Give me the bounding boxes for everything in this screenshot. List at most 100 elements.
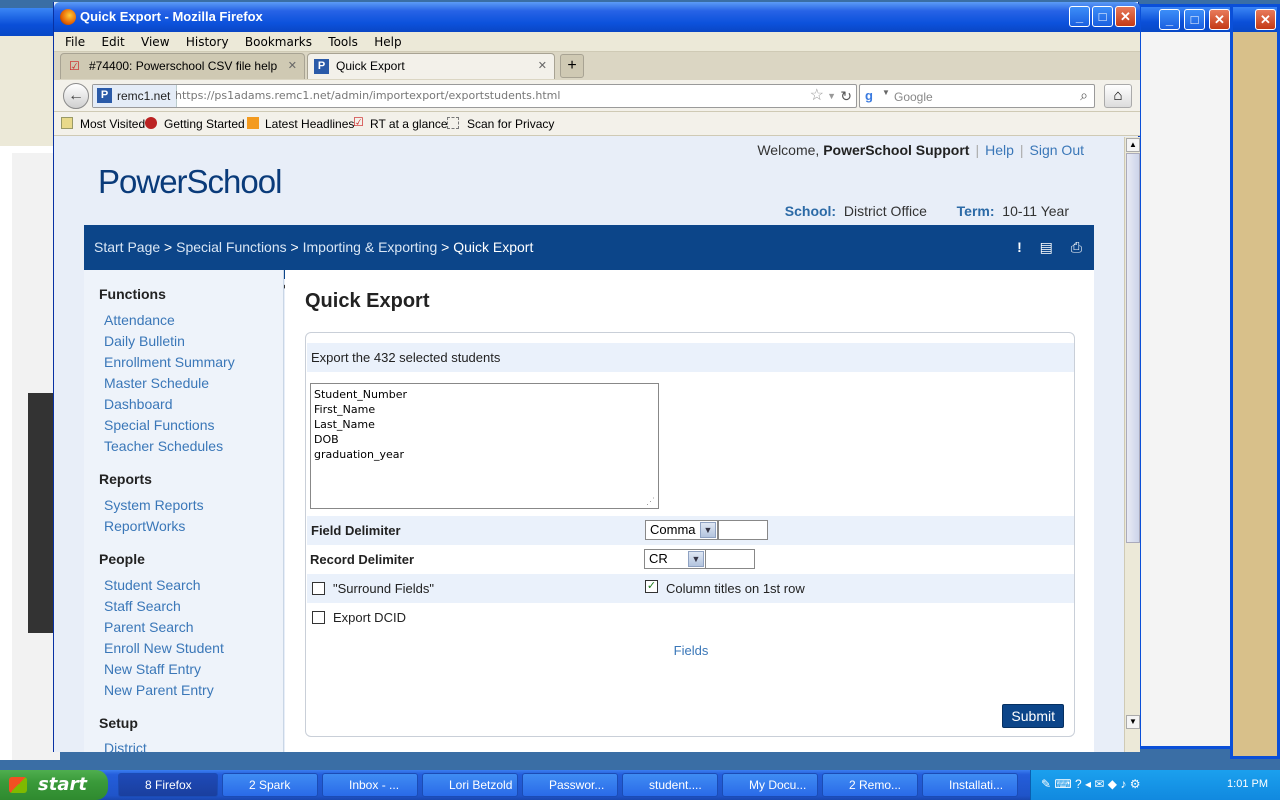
bookmark-getting-started[interactable]: Getting Started: [164, 117, 245, 131]
maximize-icon[interactable]: □: [1184, 9, 1205, 30]
checkmark-icon: ☑: [353, 115, 364, 129]
welcome-prefix: Welcome,: [757, 142, 824, 158]
tab-close-icon[interactable]: ✕: [288, 54, 297, 79]
sidebar-item-system-reports[interactable]: System Reports: [104, 497, 204, 513]
maximize-icon[interactable]: □: [1092, 6, 1113, 27]
sidebar-item-staff-search[interactable]: Staff Search: [104, 598, 181, 614]
breadcrumb-start-page[interactable]: Start Page: [94, 239, 160, 255]
document-icon[interactable]: ▤: [1040, 239, 1053, 255]
scroll-down-icon[interactable]: ▼: [1126, 715, 1140, 729]
submit-button[interactable]: Submit: [1002, 704, 1064, 728]
print-icon[interactable]: ⎙: [1071, 239, 1082, 255]
tab-quick-export[interactable]: P Quick Export ✕: [307, 53, 555, 79]
site-identity[interactable]: P remc1.net: [93, 85, 178, 107]
bookmark-rt-at-a-glance[interactable]: RT at a glance: [370, 117, 448, 131]
tab-close-icon[interactable]: ✕: [538, 54, 547, 79]
sidebar-item-daily-bulletin[interactable]: Daily Bulletin: [104, 333, 185, 349]
bookmark-scan-for-privacy[interactable]: Scan for Privacy: [467, 117, 554, 131]
menu-history[interactable]: History: [186, 32, 229, 52]
taskbar-my-documents[interactable]: My Docu...: [722, 773, 818, 797]
sign-out-link[interactable]: Sign Out: [1030, 142, 1084, 158]
school-value[interactable]: District Office: [844, 203, 927, 219]
google-icon[interactable]: g: [865, 88, 881, 104]
url-text[interactable]: https://ps1adams.remc1.net/admin/importe…: [175, 85, 560, 107]
alert-icon[interactable]: !: [1017, 239, 1022, 255]
record-delimiter-select[interactable]: CR ▼: [644, 549, 706, 569]
powerschool-logo[interactable]: PowerSchool: [98, 163, 282, 201]
privacy-icon: [447, 117, 459, 129]
sidebar-item-district[interactable]: District: [104, 740, 147, 752]
reload-icon[interactable]: ↻: [840, 85, 852, 107]
clock[interactable]: 1:01 PM: [1227, 778, 1268, 790]
search-bar[interactable]: g ▼ Google ⌕: [859, 84, 1095, 108]
dropdown-icon[interactable]: ▼: [827, 85, 836, 107]
export-summary: Export the 432 selected students: [311, 350, 501, 365]
menu-tools[interactable]: Tools: [328, 32, 358, 52]
title-bar[interactable]: Quick Export - Mozilla Firefox _ □ ✕: [54, 2, 1140, 32]
menu-bookmarks[interactable]: Bookmarks: [245, 32, 312, 52]
breadcrumb-separator: >: [441, 239, 450, 255]
star-icon[interactable]: ☆: [810, 85, 824, 107]
sidebar-item-enroll-new-student[interactable]: Enroll New Student: [104, 640, 224, 656]
sidebar-item-parent-search[interactable]: Parent Search: [104, 619, 194, 635]
sidebar-item-enrollment-summary[interactable]: Enrollment Summary: [104, 354, 235, 370]
term-value[interactable]: 10-11 Year: [1002, 203, 1069, 219]
new-tab-button[interactable]: +: [560, 54, 584, 78]
sidebar-item-special-functions[interactable]: Special Functions: [104, 417, 215, 433]
breadcrumb-separator: >: [290, 239, 299, 255]
scroll-up-icon[interactable]: ▲: [1126, 138, 1140, 152]
breadcrumb-importing-exporting[interactable]: Importing & Exporting: [303, 239, 438, 255]
url-bar[interactable]: P remc1.net https://ps1adams.remc1.net/a…: [92, 84, 857, 108]
taskbar-firefox[interactable]: 8 Firefox: [118, 773, 218, 797]
fields-textarea[interactable]: Student_Number First_Name Last_Name DOB …: [310, 383, 659, 509]
bookmark-most-visited[interactable]: Most Visited: [80, 117, 145, 131]
taskbar-installation[interactable]: Installati...: [922, 773, 1018, 797]
menu-help[interactable]: Help: [374, 32, 401, 52]
menu-view[interactable]: View: [141, 32, 169, 52]
scroll-thumb[interactable]: [1126, 153, 1140, 543]
close-icon[interactable]: ✕: [1115, 6, 1136, 27]
taskbar-inbox[interactable]: Inbox - ...: [322, 773, 418, 797]
close-icon[interactable]: ✕: [1209, 9, 1230, 30]
tab-csv-help[interactable]: ☑ #74400: Powerschool CSV file help ✕: [60, 53, 305, 79]
firefox-icon: [145, 117, 157, 129]
surround-fields-checkbox[interactable]: [312, 582, 325, 595]
fields-link[interactable]: Fields: [306, 643, 1076, 658]
breadcrumb-special-functions[interactable]: Special Functions: [176, 239, 287, 255]
page-content: PowerSchool Welcome, PowerSchool Support…: [54, 137, 1124, 752]
close-icon[interactable]: ✕: [1255, 9, 1276, 30]
minimize-icon[interactable]: _: [1159, 9, 1180, 30]
vertical-scrollbar[interactable]: ▲ ▼: [1124, 137, 1140, 752]
field-delimiter-custom-input[interactable]: [718, 520, 768, 540]
sidebar-item-new-parent-entry[interactable]: New Parent Entry: [104, 682, 214, 698]
column-titles-checkbox[interactable]: ✓: [645, 580, 658, 593]
sidebar-item-student-search[interactable]: Student Search: [104, 577, 201, 593]
record-delimiter-custom-input[interactable]: [705, 549, 755, 569]
help-link[interactable]: Help: [985, 142, 1014, 158]
sidebar-item-teacher-schedules[interactable]: Teacher Schedules: [104, 438, 223, 454]
taskbar-password[interactable]: Passwor...: [522, 773, 618, 797]
sidebar-item-dashboard[interactable]: Dashboard: [104, 396, 173, 412]
sidebar-heading-people: People: [99, 551, 145, 567]
home-button[interactable]: ⌂: [1104, 84, 1132, 108]
bookmark-latest-headlines[interactable]: Latest Headlines: [265, 117, 354, 131]
resize-handle-icon[interactable]: ⋰: [646, 496, 655, 507]
taskbar-spark[interactable]: 2 Spark: [222, 773, 318, 797]
chevron-down-icon: ▼: [700, 522, 716, 538]
sidebar-item-new-staff-entry[interactable]: New Staff Entry: [104, 661, 201, 677]
back-button[interactable]: ←: [63, 83, 89, 109]
taskbar-student[interactable]: student....: [622, 773, 718, 797]
export-dcid-checkbox[interactable]: [312, 611, 325, 624]
menu-file[interactable]: File: [65, 32, 85, 52]
search-icon[interactable]: ⌕: [1080, 87, 1088, 104]
sidebar-item-master-schedule[interactable]: Master Schedule: [104, 375, 209, 391]
chevron-down-icon[interactable]: ▼: [882, 88, 890, 97]
taskbar-remote[interactable]: 2 Remo...: [822, 773, 918, 797]
minimize-icon[interactable]: _: [1069, 6, 1090, 27]
sidebar-item-attendance[interactable]: Attendance: [104, 312, 175, 328]
field-delimiter-select[interactable]: Comma ▼: [645, 520, 718, 540]
menu-edit[interactable]: Edit: [101, 32, 124, 52]
sidebar-item-reportworks[interactable]: ReportWorks: [104, 518, 185, 534]
tray-icons[interactable]: ✎ ⌨ ? ◂ ✉ ◆ ♪ ⚙: [1041, 777, 1140, 791]
taskbar-lori-betzold[interactable]: Lori Betzold: [422, 773, 518, 797]
